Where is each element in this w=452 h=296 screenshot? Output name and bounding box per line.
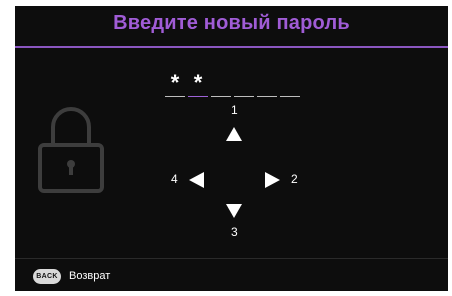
- password-slot-6: [280, 70, 300, 97]
- page-title: Введите новый пароль: [113, 12, 350, 34]
- password-slot-3: [211, 70, 231, 97]
- password-slot-4: [234, 70, 254, 97]
- password-slot-5: [257, 70, 277, 97]
- arrow-left-icon[interactable]: [189, 172, 204, 188]
- osd-dialog: Введите новый пароль * * 1 4 2 3 BACK Во…: [15, 6, 448, 291]
- digit-label-up: 1: [231, 103, 238, 117]
- back-button[interactable]: BACK: [33, 269, 61, 284]
- password-slot-1: *: [165, 70, 185, 97]
- footer-divider: [15, 258, 448, 259]
- digit-label-down: 3: [231, 225, 238, 239]
- back-label: Возврат: [69, 270, 111, 282]
- arrow-up-icon[interactable]: [226, 127, 242, 141]
- title-divider: [15, 46, 448, 48]
- digit-label-right: 2: [291, 172, 298, 186]
- arrow-right-icon[interactable]: [265, 172, 280, 188]
- digit-label-left: 4: [171, 172, 178, 186]
- lock-icon: [38, 107, 104, 193]
- arrow-down-icon[interactable]: [226, 204, 242, 218]
- password-slot-2: *: [188, 70, 208, 97]
